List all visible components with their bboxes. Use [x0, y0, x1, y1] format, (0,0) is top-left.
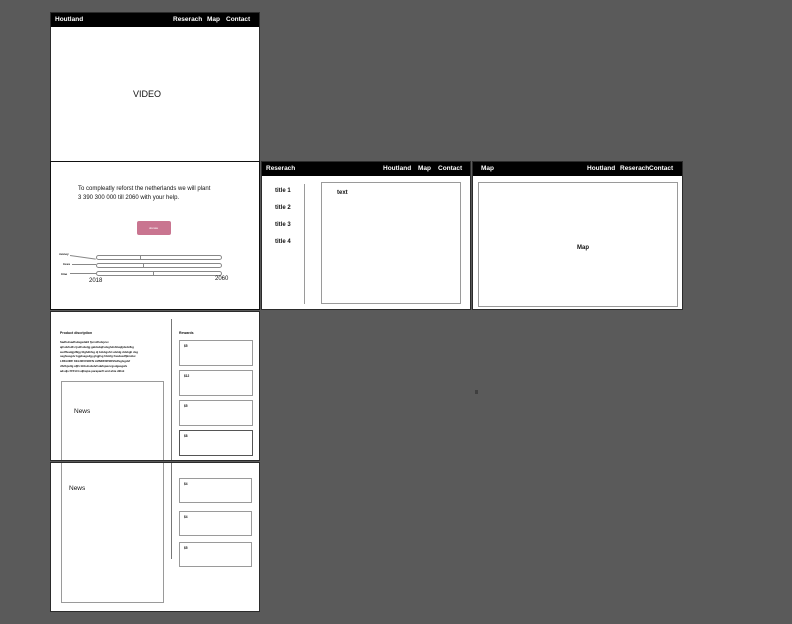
- progress-marker-money: [140, 256, 142, 259]
- video-label: VIDEO: [133, 89, 162, 99]
- connector-time: [70, 273, 96, 274]
- research-text-box: text: [321, 182, 461, 304]
- reward-amount: $5: [184, 404, 188, 408]
- map-navbar: Map Houtland Reserach Contact: [473, 162, 682, 176]
- product-description-heading: Product discription: [60, 331, 93, 335]
- progress-bar-money: [96, 255, 222, 260]
- reward-amount: $4: [184, 515, 188, 519]
- reward-box[interactable]: $8: [179, 430, 253, 456]
- product-divider: [171, 463, 172, 559]
- desc-line: adsdjs FFFH hsdjhajva parapanfl und ahte…: [60, 368, 125, 373]
- map-brand[interactable]: Map: [481, 165, 494, 172]
- nav-link-houtland[interactable]: Houtland: [587, 165, 615, 172]
- nav-link-contact[interactable]: Contact: [438, 165, 462, 172]
- pitch-line-1: To compleatly reforst the netherlands we…: [78, 186, 211, 192]
- research-title-2[interactable]: title 2: [275, 205, 291, 211]
- reward-amount: $5: [184, 546, 188, 550]
- product-continued-panel: News $4 $4 $5: [50, 462, 260, 612]
- reward-amount: $4: [184, 482, 188, 486]
- nav-link-houtland[interactable]: Houtland: [383, 165, 411, 172]
- research-title-3[interactable]: title 3: [275, 222, 291, 228]
- reward-box[interactable]: $4: [179, 511, 252, 536]
- map-panel: Map Houtland Reserach Contact Map: [472, 161, 683, 310]
- nav-link-map[interactable]: Map: [207, 16, 220, 23]
- donate-button-label: donate: [149, 226, 159, 230]
- news-box: News: [61, 381, 164, 460]
- research-title-1[interactable]: title 1: [275, 188, 291, 194]
- research-brand[interactable]: Reserach: [266, 165, 295, 172]
- video-placeholder[interactable]: VIDEO: [51, 27, 259, 161]
- nav-link-research[interactable]: Reserach: [620, 165, 649, 172]
- progress-marker-time: [152, 272, 154, 275]
- home-video-panel: Houtland Reserach Map Contact VIDEO: [50, 12, 260, 162]
- connector-money: [69, 255, 96, 260]
- home-brand-logo[interactable]: Houtland: [55, 16, 83, 23]
- reward-box[interactable]: $4: [179, 478, 252, 503]
- pitch-line-2: 3 390 300 000 till 2060 with your help.: [78, 194, 180, 201]
- progress-label-trees: trees: [63, 262, 71, 266]
- news-box-continued: News: [61, 463, 164, 603]
- news-label: News: [69, 485, 86, 492]
- progress-marker-trees: [142, 264, 144, 267]
- research-title-4[interactable]: title 4: [275, 239, 291, 245]
- reward-amount: $12: [184, 374, 190, 378]
- progress-bar-time: [96, 271, 222, 276]
- research-text-label: text: [337, 190, 348, 196]
- reward-amount: $5: [184, 344, 188, 348]
- product-divider: [171, 319, 172, 460]
- product-panel: Product discription Sadfsdsadfsdagsdafd …: [50, 311, 260, 461]
- research-divider: [304, 184, 305, 304]
- progress-label-money: money: [59, 252, 69, 256]
- progress-bar-trees: [96, 263, 222, 268]
- home-navbar: Houtland Reserach Map Contact: [51, 13, 259, 27]
- year-start-label: 2018: [89, 278, 103, 284]
- year-end-label: 2060: [215, 276, 229, 282]
- progress-label-time: time: [61, 272, 68, 276]
- reward-box[interactable]: $5: [179, 542, 252, 567]
- reward-amount: $8: [184, 434, 188, 438]
- nav-link-research[interactable]: Reserach: [173, 16, 202, 23]
- connector-trees: [72, 264, 96, 265]
- map-label: Map: [577, 245, 589, 251]
- pitch-text: To compleatly reforst the netherlands we…: [78, 185, 210, 202]
- research-navbar: Reserach Houtland Map Contact: [262, 162, 470, 176]
- reward-box[interactable]: $12: [179, 370, 253, 396]
- rewards-heading: Rewards: [179, 331, 194, 335]
- map-area[interactable]: Map: [478, 182, 678, 307]
- product-description-text: Sadfsdsadfsdagsdafd fjsrvdfsdsjvsx ajfsd…: [60, 340, 170, 374]
- nav-link-contact[interactable]: Contact: [226, 16, 250, 23]
- nav-link-map[interactable]: Map: [418, 165, 431, 172]
- research-panel: Reserach Houtland Map Contact title 1 ti…: [261, 161, 471, 310]
- reward-box[interactable]: $5: [179, 400, 253, 426]
- home-pitch-panel: To compleatly reforst the netherlands we…: [50, 161, 260, 310]
- news-label: News: [74, 408, 91, 415]
- reward-box[interactable]: $5: [179, 340, 253, 366]
- mouse-cursor-icon: [475, 390, 478, 394]
- nav-link-contact[interactable]: Contact: [649, 165, 673, 172]
- donate-button[interactable]: donate: [137, 221, 171, 235]
